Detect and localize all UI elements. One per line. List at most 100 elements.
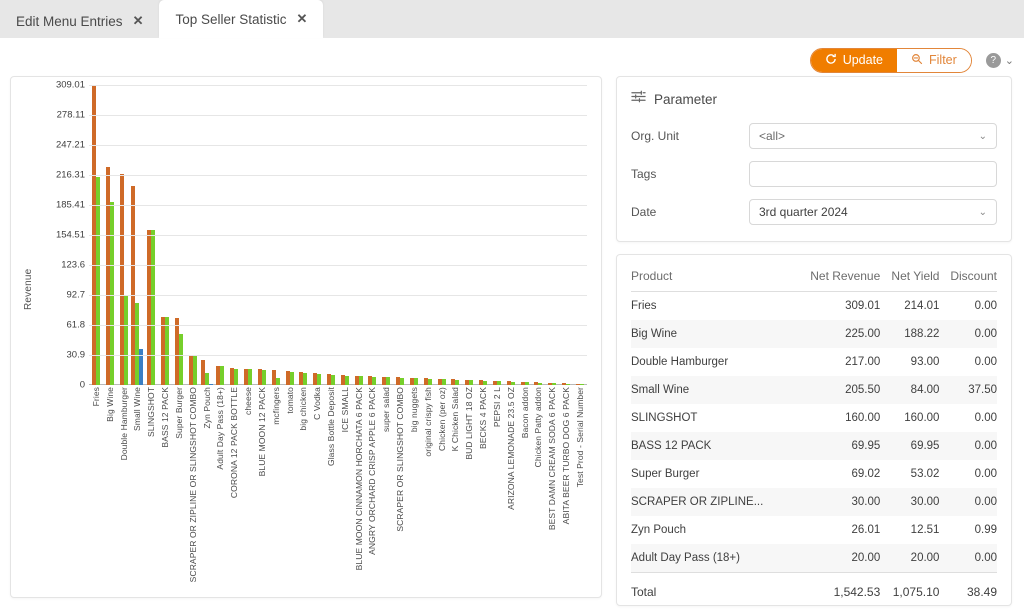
table-row[interactable]: Adult Day Pass (18+) 20.00 20.00 0.00 xyxy=(631,544,997,573)
bar-net-yield[interactable] xyxy=(192,355,197,385)
x-axis-tick-label: Chicken Patty addon xyxy=(533,387,544,468)
bar-net-yield[interactable] xyxy=(109,202,114,385)
bar-net-yield[interactable] xyxy=(358,376,363,385)
org-unit-select[interactable]: <all> ⌄ xyxy=(749,123,997,149)
table-cell-net-revenue: 217.00 xyxy=(845,356,881,368)
bar-net-yield[interactable] xyxy=(289,372,294,385)
x-axis-label-slot: Big Wine xyxy=(103,387,117,422)
table-cell-product: Big Wine xyxy=(631,320,794,348)
x-axis-label-slot: original crispy fish xyxy=(421,387,435,457)
bar-net-yield[interactable] xyxy=(248,369,253,385)
table-cell-discount: 0.00 xyxy=(939,488,997,516)
bar-net-yield[interactable] xyxy=(303,373,308,385)
bar-net-yield[interactable] xyxy=(165,317,170,385)
x-axis-label-slot: Fries xyxy=(89,387,103,406)
table-column-header[interactable]: Net Yield xyxy=(880,255,940,292)
x-axis-label-slot: super salad xyxy=(379,387,393,432)
x-axis-tick-label: Adult Day Pass (18+) xyxy=(215,387,226,470)
chevron-down-icon[interactable]: ⌄ xyxy=(1005,54,1014,67)
bar-net-yield[interactable] xyxy=(496,381,501,385)
x-axis-label-slot: SLINGSHOT xyxy=(144,387,158,437)
bar-net-yield[interactable] xyxy=(220,365,225,385)
table-row[interactable]: Fries 309.01 214.01 0.00 xyxy=(631,292,997,321)
x-axis-label-slot: Chicken (per oz) xyxy=(435,387,449,451)
table-row[interactable]: Small Wine 205.50 84.00 37.50 xyxy=(631,376,997,404)
bar-discount[interactable] xyxy=(208,384,213,385)
date-value: 3rd quarter 2024 xyxy=(759,205,848,219)
table-row[interactable]: Super Burger 69.02 53.02 0.00 xyxy=(631,460,997,488)
table-cell-product: SLINGSHOT xyxy=(631,412,698,424)
bar-net-yield[interactable] xyxy=(330,374,335,385)
bar-net-yield[interactable] xyxy=(455,379,460,385)
bar-net-yield[interactable] xyxy=(427,378,432,385)
bar-net-yield[interactable] xyxy=(386,377,391,385)
table-column-header[interactable]: Discount xyxy=(939,255,997,292)
table-row[interactable]: SLINGSHOT 160.00 160.00 0.00 xyxy=(631,404,997,432)
table-row[interactable]: Big Wine 225.00 188.22 0.00 xyxy=(631,320,997,348)
update-button[interactable]: Update xyxy=(810,48,897,72)
table-cell-product: Super Burger xyxy=(631,468,700,480)
table-row[interactable]: BASS 12 PACK 69.95 69.95 0.00 xyxy=(631,432,997,460)
plot-area xyxy=(89,85,587,385)
bar-net-yield[interactable] xyxy=(123,294,128,385)
x-axis-tick-label: BUD LIGHT 18 OZ xyxy=(464,387,475,460)
y-axis-tick-label: 247.21 xyxy=(55,139,85,151)
table-cell-product: SCRAPER OR ZIPLINE... xyxy=(631,488,794,516)
bar-net-yield[interactable] xyxy=(178,333,183,385)
tab-top-seller-statistic[interactable]: Top Seller Statistic ✕ xyxy=(159,0,324,38)
filter-button[interactable]: Filter xyxy=(897,48,971,72)
x-axis-label-slot: BUD LIGHT 18 OZ xyxy=(462,387,476,460)
bar-net-yield[interactable] xyxy=(441,379,446,385)
table-row[interactable]: SCRAPER OR ZIPLINE... 30.00 30.00 0.00 xyxy=(631,488,997,516)
x-axis-tick-label: K Chicken Salad xyxy=(450,387,461,452)
table-column-header[interactable]: Product xyxy=(631,255,794,292)
table-cell-product: Zyn Pouch xyxy=(631,524,686,536)
x-axis-label-slot: ABITA BEER TURBO DOG 6 PACK xyxy=(559,387,573,524)
bar-net-yield[interactable] xyxy=(510,381,515,385)
close-icon[interactable]: ✕ xyxy=(133,13,144,29)
x-axis-tick-label: cheese xyxy=(243,387,254,416)
grid-line xyxy=(89,355,587,356)
bar-net-yield[interactable] xyxy=(372,376,377,385)
x-axis-label-slot: SCRAPER OR SLINGSHOT COMBO xyxy=(393,387,407,532)
bar-net-yield[interactable] xyxy=(317,373,322,385)
bar-net-yield[interactable] xyxy=(552,383,557,385)
bar-net-yield[interactable] xyxy=(95,177,100,385)
grid-line xyxy=(89,204,587,206)
bar-net-yield[interactable] xyxy=(151,229,156,385)
bar-net-yield[interactable] xyxy=(261,369,266,385)
x-axis-tick-label: ANGRY ORCHARD CRISP APPLE 6 PACK xyxy=(367,387,378,555)
grid-line xyxy=(89,265,587,266)
bar-net-yield[interactable] xyxy=(344,375,349,385)
bar-net-yield[interactable] xyxy=(483,380,488,385)
toolbar: Update Filter ? ⌄ xyxy=(0,44,1024,76)
x-axis-label-slot: Bacon addon xyxy=(518,387,532,438)
table-column-header[interactable]: Net Revenue xyxy=(793,255,881,292)
sliders-icon xyxy=(631,89,646,109)
total-cell-product: Total xyxy=(631,572,794,605)
bar-net-yield[interactable] xyxy=(538,382,543,385)
bar-net-yield[interactable] xyxy=(524,382,529,385)
table-row[interactable]: Double Hamburger 217.00 93.00 0.00 xyxy=(631,348,997,376)
table-header-row: Product Net Revenue Net Yield Discount xyxy=(631,255,997,292)
table-row[interactable]: Zyn Pouch 26.01 12.51 0.99 xyxy=(631,516,997,544)
y-axis-tick-label: 0 xyxy=(79,379,85,391)
bar-net-yield[interactable] xyxy=(275,378,280,385)
bar-net-yield[interactable] xyxy=(579,384,584,385)
x-axis-tick-label: Test Prod - Serial Number xyxy=(574,387,585,488)
x-axis-label-slot: CORONA 12 PACK BOTTLE xyxy=(227,387,241,498)
bar-net-yield[interactable] xyxy=(566,383,571,385)
bar-net-yield[interactable] xyxy=(413,378,418,385)
tags-input[interactable] xyxy=(749,161,997,187)
x-axis-tick-label: tomato xyxy=(284,387,295,414)
bar-net-yield[interactable] xyxy=(400,377,405,385)
close-icon[interactable]: ✕ xyxy=(297,11,308,27)
x-axis-tick-label: SLINGSHOT xyxy=(146,387,157,438)
bar-net-yield[interactable] xyxy=(469,380,474,385)
x-axis-tick-label: big nuggets xyxy=(408,387,419,433)
date-select[interactable]: 3rd quarter 2024 ⌄ xyxy=(749,199,997,225)
help-icon[interactable]: ? xyxy=(985,52,1001,68)
tab-edit-menu-entries[interactable]: Edit Menu Entries ✕ xyxy=(0,4,159,38)
bar-net-yield[interactable] xyxy=(234,368,239,385)
grid-line xyxy=(89,144,587,146)
